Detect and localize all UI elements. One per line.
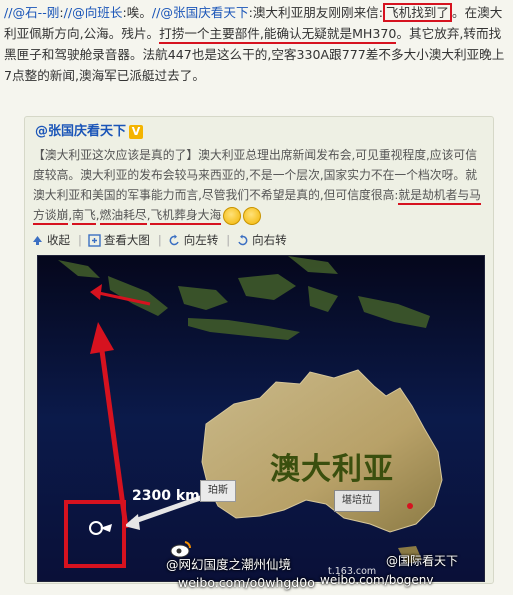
collapse-label: 收起: [47, 233, 70, 247]
watermark-author: @国际看天下: [386, 554, 459, 568]
image-toolbar: 收起 | 查看大图 | 向左转 | 向右转: [31, 231, 291, 249]
highlight-part-salvaged: 打捞一个主要部件,能确认无疑就是: [159, 26, 353, 44]
highlight-south: 南飞: [72, 208, 96, 225]
australia-label: 澳大利亚: [270, 453, 394, 486]
highlight-flight-number: MH370: [352, 26, 397, 44]
magnify-icon: [88, 233, 101, 247]
mention-link[interactable]: //@石--刚: [4, 5, 59, 20]
mention-link[interactable]: //@张国庆看天下: [152, 5, 249, 20]
repost-card: @张国庆看天下 V 【澳大利亚这次应该是真的了】澳大利亚总理出席新闻发布会,可见重…: [24, 116, 494, 584]
watermark-url: t.163.com: [328, 566, 377, 577]
toolbar-divider: |: [157, 233, 162, 247]
perth-label: 珀斯: [200, 480, 236, 502]
post-text-segment: :唉。: [122, 5, 152, 20]
rotate-right-icon: [238, 234, 248, 245]
sweat-emoji-icon: [243, 206, 262, 225]
toolbar-divider: |: [78, 233, 82, 247]
highlight-sea: 飞机葬身大海: [150, 208, 222, 225]
rotate-right-label: 向右转: [252, 233, 287, 247]
repost-text-segment: ,: [95, 208, 100, 222]
collapse-button[interactable]: 收起: [31, 232, 70, 248]
canberra-label: 堪培拉: [334, 490, 380, 512]
repost-author[interactable]: @张国庆看天下 V: [35, 123, 144, 141]
rotate-left-button[interactable]: 向左转: [168, 232, 219, 248]
repost-author-name[interactable]: @张国庆看天下: [35, 124, 126, 139]
view-large-label: 查看大图: [103, 233, 150, 247]
highlight-fuel: 燃油耗尽: [99, 208, 147, 225]
map-image[interactable]: 澳大利亚 2300 km 珀斯 堪培拉: [37, 255, 485, 582]
rotate-left-icon: [169, 234, 179, 245]
map-graphic: [38, 256, 484, 581]
sweat-emoji-icon: [223, 206, 242, 225]
watermark-author: @网幻国度之潮州仙境: [166, 557, 292, 572]
post-text: //@石--刚://@向班长:唉。//@张国庆看天下:澳大利亚朋友刚刚来信: 飞机…: [4, 2, 509, 86]
post-text-segment: :澳大利亚朋友刚刚来信:: [248, 5, 384, 20]
highlight-plane-found: 飞机找到了: [383, 3, 452, 22]
watermark-url: weibo.com/o0whgd0o: [178, 575, 315, 590]
distance-label: 2300 km: [132, 488, 200, 504]
verified-badge-icon: V: [129, 124, 144, 139]
mention-link[interactable]: //@向班长: [64, 5, 123, 20]
canberra-marker: [407, 503, 413, 509]
toolbar-divider: |: [226, 233, 231, 247]
view-large-button[interactable]: 查看大图: [88, 232, 150, 248]
rotate-right-button[interactable]: 向右转: [236, 232, 287, 248]
repost-text: 【澳大利亚这次应该是真的了】澳大利亚总理出席新闻发布会,可见重视程度,应该可信度…: [33, 145, 488, 225]
rotate-left-label: 向左转: [183, 233, 219, 247]
collapse-arrow-icon: [33, 235, 42, 245]
